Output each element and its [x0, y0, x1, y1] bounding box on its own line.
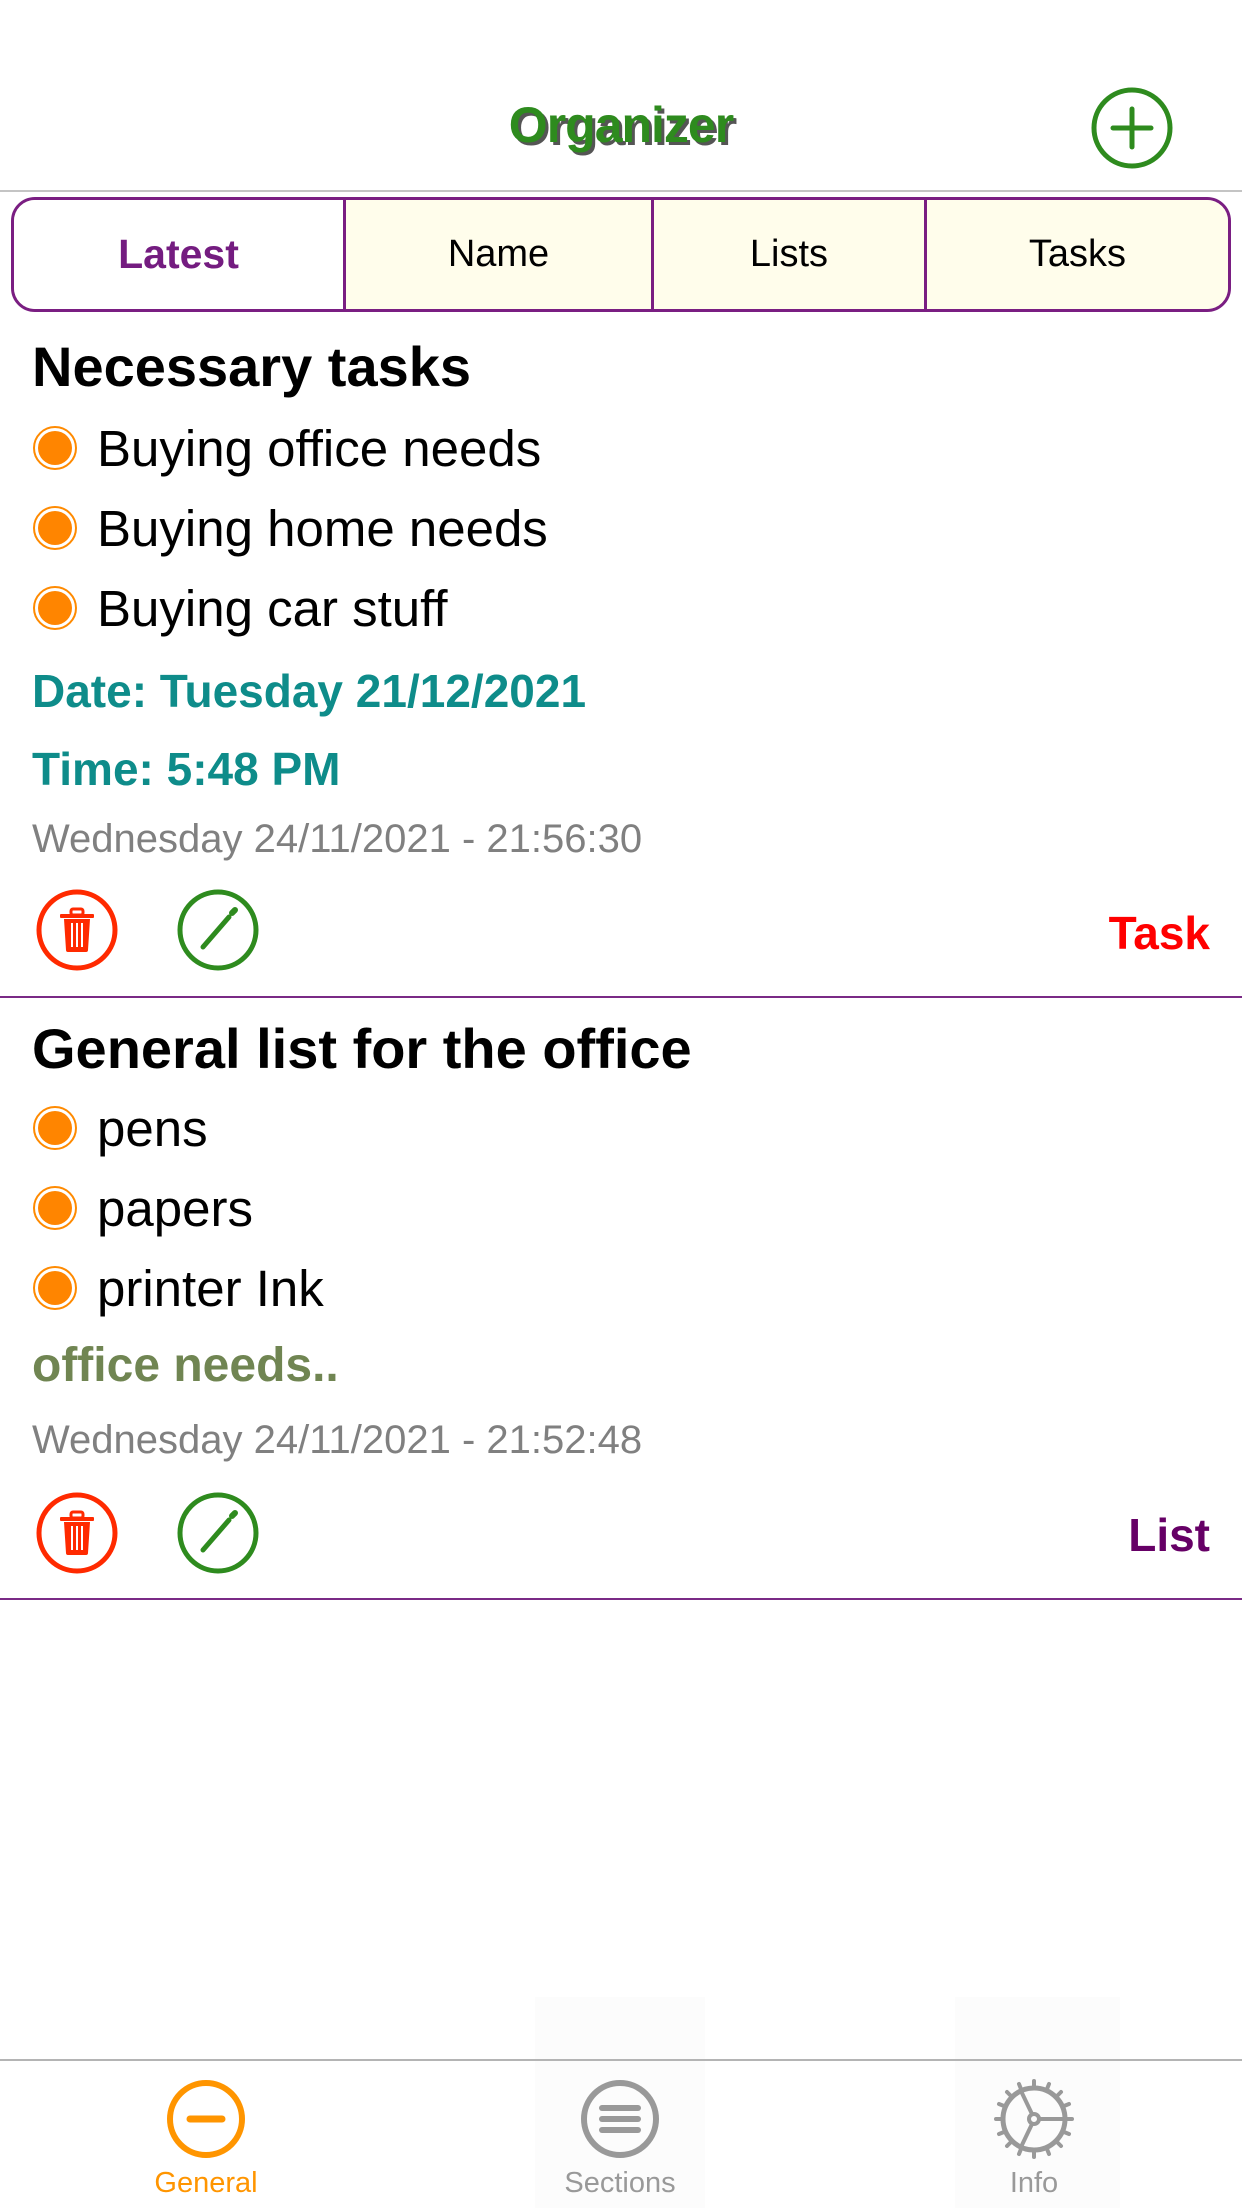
trash-icon: [36, 889, 118, 971]
bullet-icon: [33, 506, 77, 550]
card-title: General list for the office: [32, 1017, 692, 1080]
segment-tasks[interactable]: Tasks: [924, 200, 1228, 309]
item-text: Buying home needs: [97, 499, 548, 557]
list-item: Buying car stuff: [33, 578, 448, 638]
bullet-icon: [33, 1266, 77, 1310]
due-date: Date: Tuesday 21/12/2021: [32, 665, 587, 717]
segment-latest[interactable]: Latest: [14, 200, 343, 309]
nav-header: Organizer: [0, 0, 1242, 192]
due-time: Time: 5:48 PM: [32, 743, 341, 795]
list-item: pens: [33, 1098, 208, 1158]
minus-circle-icon: [167, 2080, 245, 2158]
entry-type-label: List: [1128, 1509, 1210, 1561]
created-timestamp: Wednesday 24/11/2021 - 21:56:30: [32, 817, 643, 861]
entry-note: office needs..: [32, 1339, 339, 1392]
tab-general[interactable]: General: [86, 2061, 326, 2208]
entry-card: Necessary tasks Buying office needs Buyi…: [0, 312, 1242, 998]
list-item: Buying office needs: [33, 418, 541, 478]
entry-card: General list for the office pens papers …: [0, 998, 1242, 1600]
bullet-icon: [33, 426, 77, 470]
pencil-icon: [177, 889, 259, 971]
list-circle-icon: [581, 2080, 659, 2158]
tab-label: General: [154, 2167, 258, 2199]
item-text: papers: [97, 1179, 253, 1237]
segment-lists[interactable]: Lists: [651, 200, 924, 309]
bullet-icon: [33, 1106, 77, 1150]
edit-button[interactable]: [177, 889, 259, 971]
list-item: Buying home needs: [33, 498, 548, 558]
item-text: printer Ink: [97, 1259, 324, 1317]
delete-button[interactable]: [36, 889, 118, 971]
tab-label: Info: [1009, 2167, 1059, 2199]
tab-bar: General Sections Info: [0, 2059, 1242, 2208]
tab-label: Sections: [564, 2167, 676, 2199]
created-timestamp: Wednesday 24/11/2021 - 21:52:48: [32, 1418, 643, 1462]
edit-button[interactable]: [177, 1492, 259, 1574]
item-text: Buying office needs: [97, 419, 542, 477]
sort-segmented-control: Latest Name Lists Tasks: [11, 197, 1231, 312]
pencil-icon: [177, 1492, 259, 1574]
trash-icon: [36, 1492, 118, 1574]
add-button[interactable]: [1091, 87, 1173, 169]
list-item: printer Ink: [33, 1258, 324, 1318]
item-text: Buying car stuff: [97, 579, 448, 637]
plus-circle-icon: [1091, 87, 1173, 169]
item-text: pens: [97, 1099, 208, 1157]
gear-icon: [994, 2079, 1074, 2159]
app-title: Organizer: [508, 97, 734, 153]
card-title: Necessary tasks: [32, 335, 472, 398]
bullet-icon: [33, 1186, 77, 1230]
bullet-icon: [33, 586, 77, 630]
delete-button[interactable]: [36, 1492, 118, 1574]
tab-sections[interactable]: Sections: [500, 2061, 740, 2208]
tab-info[interactable]: Info: [914, 2061, 1154, 2208]
list-item: papers: [33, 1178, 253, 1238]
entry-type-label: Task: [1108, 907, 1210, 959]
segment-name[interactable]: Name: [343, 200, 651, 309]
